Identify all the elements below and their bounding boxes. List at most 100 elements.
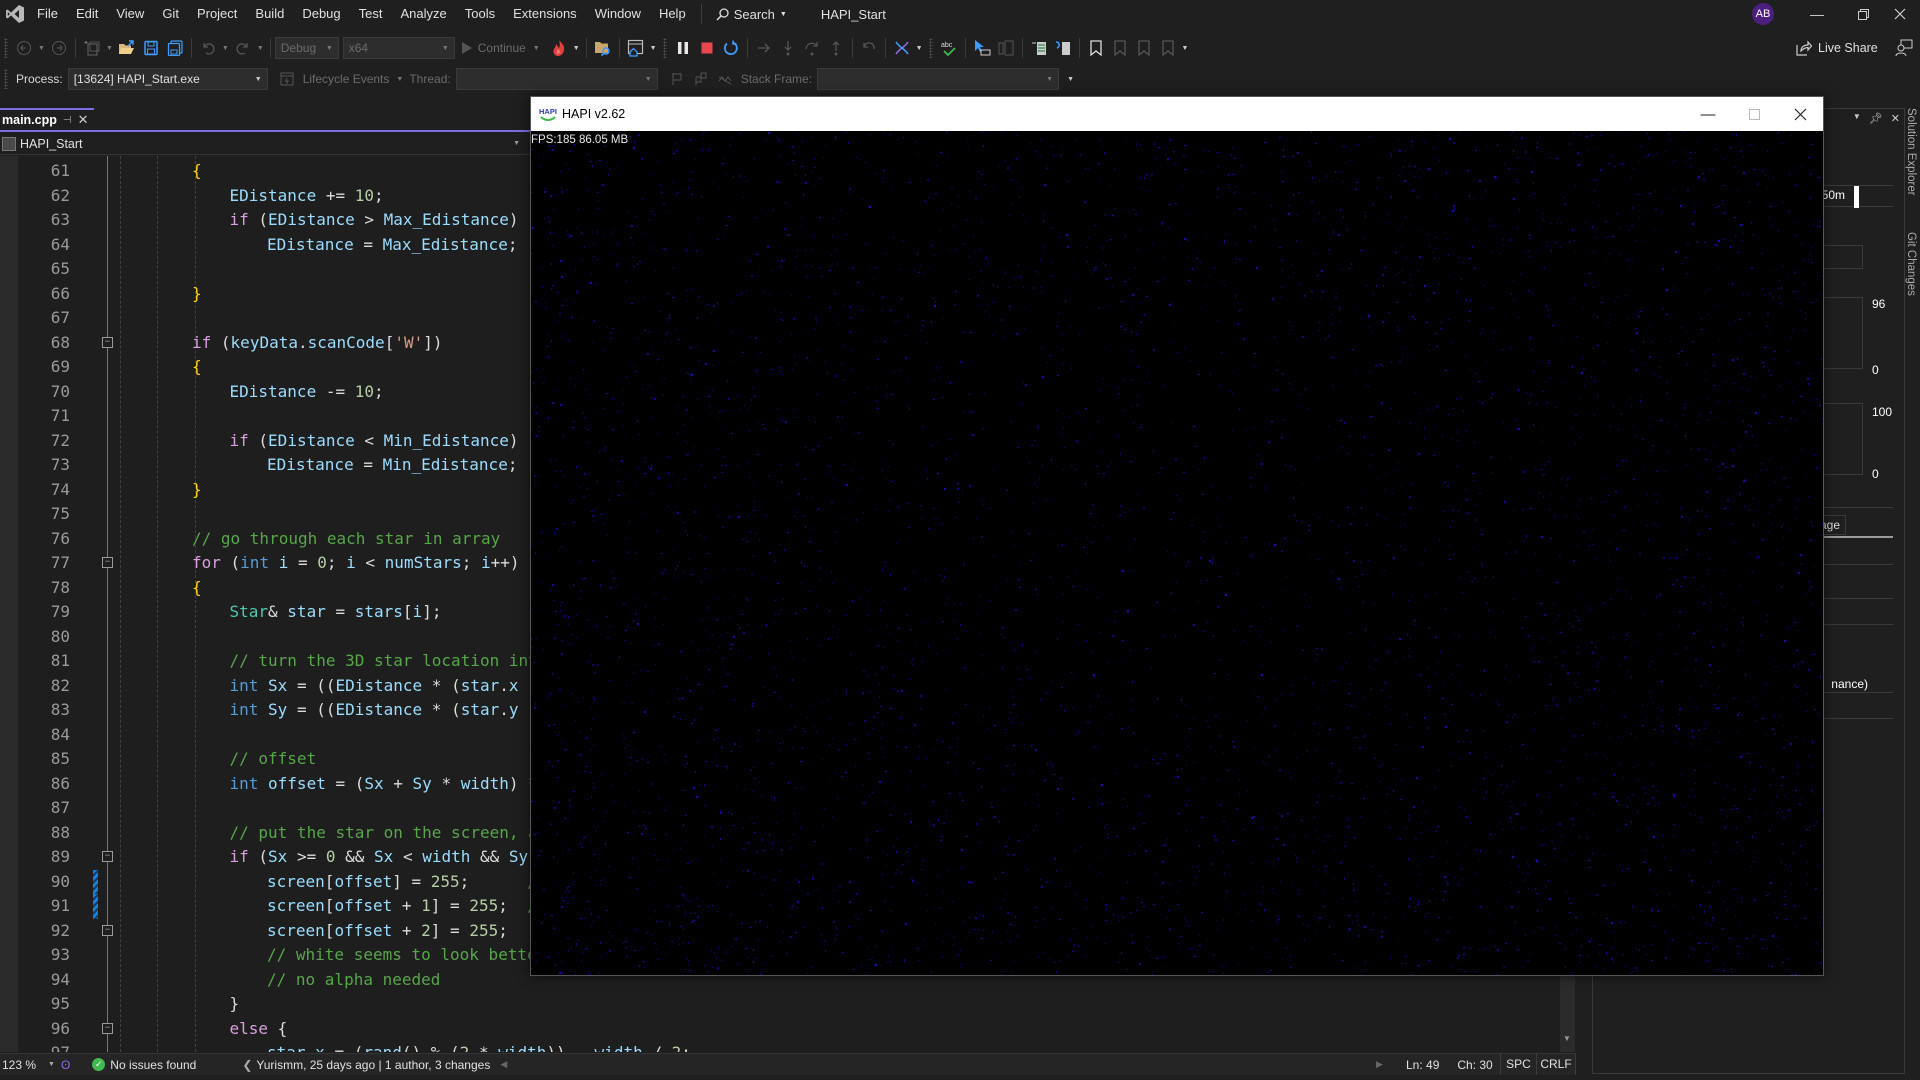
- show-next-statement-button[interactable]: [753, 37, 775, 59]
- thread-dropdown[interactable]: ▼: [455, 68, 658, 90]
- pin-icon[interactable]: ⊣: [63, 115, 72, 126]
- toolbar-overflow-icon[interactable]: ▼: [650, 45, 657, 52]
- step-into-button[interactable]: [777, 37, 799, 59]
- code-line[interactable]: 96 − else {: [0, 1017, 1560, 1042]
- toggle-bookmark-button[interactable]: [1085, 37, 1107, 59]
- user-avatar[interactable]: AB: [1752, 3, 1774, 25]
- close-tab-icon[interactable]: ✕: [78, 112, 89, 128]
- column-indicator[interactable]: Ch: 30: [1457, 1058, 1492, 1072]
- chevron-down-icon[interactable]: ▼: [513, 140, 520, 147]
- uncomment-lines-button[interactable]: [1052, 37, 1074, 59]
- hex-display-button[interactable]: [891, 37, 913, 59]
- application-insights-button[interactable]: [625, 37, 647, 59]
- toolbar-overflow-icon[interactable]: ▼: [1182, 45, 1189, 52]
- back-dropdown-icon[interactable]: ▼: [38, 45, 45, 52]
- flag-threads-button[interactable]: [690, 68, 712, 90]
- step-backward-button[interactable]: [858, 37, 880, 59]
- performance-profiler-link[interactable]: nance): [1831, 677, 1868, 691]
- menu-extensions[interactable]: Extensions: [504, 0, 586, 28]
- lifecycle-dropdown-icon[interactable]: ▼: [396, 76, 403, 83]
- toolbar-grip[interactable]: [662, 38, 667, 58]
- menu-project[interactable]: Project: [188, 0, 246, 28]
- break-all-button[interactable]: [672, 37, 694, 59]
- stack-frame-dropdown[interactable]: ▼: [817, 68, 1060, 90]
- previous-bookmark-button[interactable]: [1109, 37, 1131, 59]
- save-button[interactable]: [140, 37, 162, 59]
- toolbar-overflow-icon[interactable]: ▼: [916, 45, 923, 52]
- tab-main-cpp[interactable]: main.cpp ⊣ ✕: [0, 108, 94, 130]
- menu-tools[interactable]: Tools: [456, 0, 504, 28]
- git-codelens[interactable]: ❮ Yurismm, 25 days ago | 1 author, 3 cha…: [242, 1058, 507, 1072]
- hot-reload-button[interactable]: [548, 37, 570, 59]
- next-bookmark-button[interactable]: [1133, 37, 1155, 59]
- menu-view[interactable]: View: [107, 0, 153, 28]
- navigate-back-button[interactable]: [13, 37, 35, 59]
- hapi-application-window[interactable]: HAPI HAPI v2.62 — FPS:185 86.05 MB: [530, 96, 1824, 976]
- starfield-canvas[interactable]: [531, 131, 1823, 975]
- scroll-right-icon[interactable]: ▶: [1376, 1059, 1383, 1070]
- comment-lines-button[interactable]: [1028, 37, 1050, 59]
- panel-dropdown-icon[interactable]: ▼: [1853, 112, 1861, 125]
- step-over-button[interactable]: [801, 37, 823, 59]
- continue-button[interactable]: Continue ▼: [461, 41, 542, 55]
- copilot-ear-icon[interactable]: ʘ: [61, 1058, 70, 1072]
- scroll-left-icon[interactable]: ◀: [500, 1059, 507, 1070]
- toolbar-overflow-icon[interactable]: ▼: [1067, 76, 1074, 83]
- toolbar-grip[interactable]: [928, 38, 933, 58]
- undo-dropdown-icon[interactable]: ▼: [222, 45, 229, 52]
- scroll-down-arrow-icon[interactable]: ▼: [1563, 1034, 1571, 1043]
- stop-debugging-button[interactable]: [696, 37, 718, 59]
- menu-file[interactable]: File: [28, 0, 67, 28]
- whitespace-indicator[interactable]: SPC: [1500, 1053, 1536, 1075]
- minimize-button[interactable]: —: [1794, 0, 1840, 28]
- collapse-region-icon[interactable]: −: [102, 336, 113, 348]
- menu-git[interactable]: Git: [153, 0, 188, 28]
- new-project-dropdown-icon[interactable]: ▼: [106, 45, 113, 52]
- undo-button[interactable]: [197, 37, 219, 59]
- menu-window[interactable]: Window: [586, 0, 650, 28]
- select-element-button[interactable]: [971, 37, 993, 59]
- collapse-region-icon[interactable]: −: [102, 924, 113, 936]
- code-line[interactable]: 95}: [0, 992, 1560, 1017]
- code-line[interactable]: 97 star.x = (rand() % (2 * width)) - widt…: [0, 1041, 1560, 1052]
- menu-build[interactable]: Build: [246, 0, 293, 28]
- collapse-region-icon[interactable]: −: [102, 851, 113, 862]
- zoom-dropdown-icon[interactable]: ▼: [48, 1061, 55, 1068]
- issues-indicator[interactable]: ✓ No issues found: [92, 1058, 196, 1072]
- hapi-minimize-button[interactable]: —: [1685, 97, 1731, 131]
- collapse-region-icon[interactable]: −: [102, 1022, 113, 1034]
- collapse-region-icon[interactable]: −: [102, 557, 113, 568]
- solution-platform-dropdown[interactable]: x64 ▼: [342, 37, 455, 59]
- panel-pin-icon[interactable]: 📌︎: [1869, 112, 1883, 125]
- toolbar-grip[interactable]: [4, 69, 8, 89]
- solution-configuration-dropdown[interactable]: Debug ▼: [274, 37, 339, 59]
- navigate-forward-button[interactable]: [48, 37, 70, 59]
- hapi-maximize-button[interactable]: [1731, 97, 1777, 131]
- open-file-button[interactable]: [116, 37, 138, 59]
- tab-git-changes[interactable]: Git Changes: [1905, 232, 1917, 296]
- hot-reload-dropdown-icon[interactable]: ▼: [573, 45, 580, 52]
- redo-dropdown-icon[interactable]: ▼: [257, 45, 264, 52]
- zoom-level-dropdown[interactable]: 123 %: [2, 1058, 48, 1072]
- line-ending-indicator[interactable]: CRLF: [1536, 1053, 1576, 1075]
- hapi-close-button[interactable]: [1777, 97, 1823, 131]
- toolbar-grip[interactable]: [4, 38, 8, 58]
- redo-button[interactable]: [232, 37, 254, 59]
- timeline-cursor[interactable]: [1854, 186, 1859, 208]
- save-all-button[interactable]: [164, 37, 186, 59]
- tab-solution-explorer[interactable]: Solution Explorer: [1905, 108, 1917, 196]
- panel-close-icon[interactable]: ✕: [1891, 112, 1900, 125]
- close-button[interactable]: [1880, 0, 1920, 28]
- flag-thread-button[interactable]: [666, 68, 688, 90]
- browse-folder-button[interactable]: [592, 37, 614, 59]
- process-dropdown[interactable]: [13624] HAPI_Start.exe ▼: [67, 68, 268, 90]
- lifecycle-events-button[interactable]: Lifecycle Events: [303, 72, 390, 86]
- menu-edit[interactable]: Edit: [67, 0, 107, 28]
- menu-analyze[interactable]: Analyze: [391, 0, 455, 28]
- navigation-bar[interactable]: HAPI_Start ▼: [0, 133, 530, 155]
- restart-button[interactable]: [720, 37, 742, 59]
- clear-bookmarks-button[interactable]: [1157, 37, 1179, 59]
- search-button[interactable]: Search ▼: [708, 7, 795, 22]
- live-share-button[interactable]: Live Share: [1796, 33, 1878, 63]
- live-visual-tree-button[interactable]: [995, 37, 1017, 59]
